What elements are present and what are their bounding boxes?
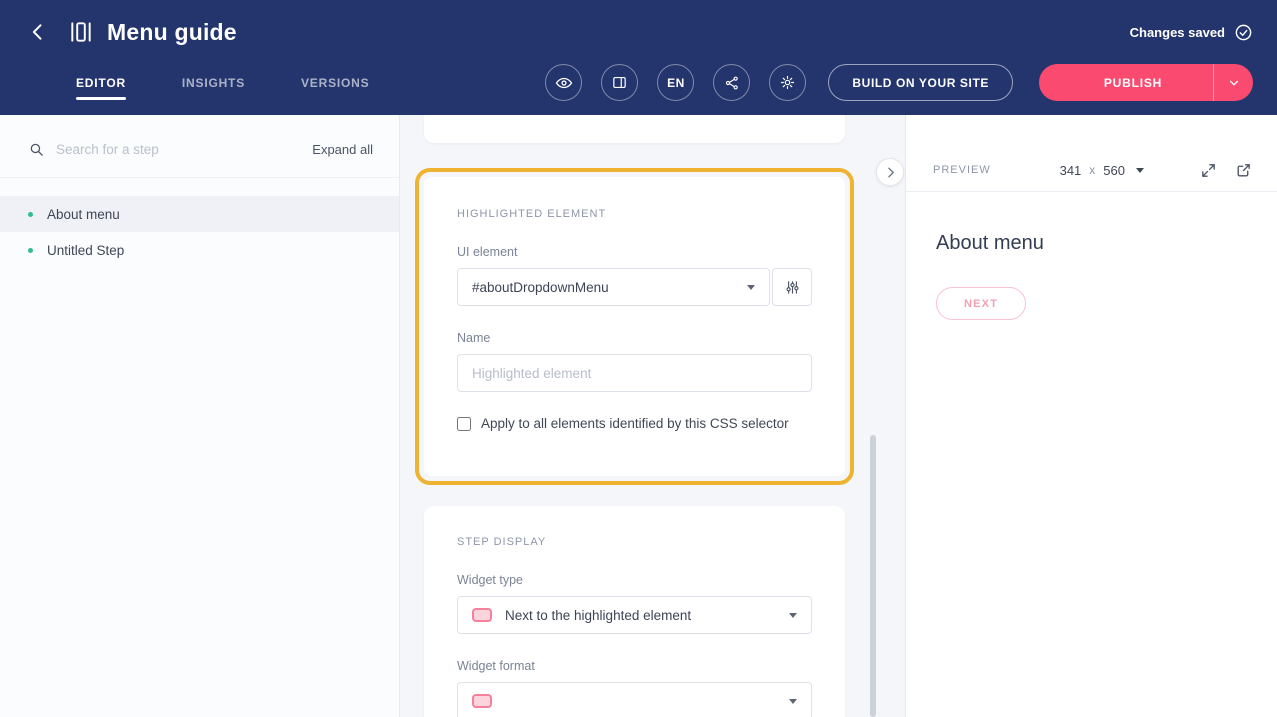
top-header: Menu guide Changes saved EDITOR INSIGHTS… [0, 0, 1277, 115]
layout-panel-button[interactable] [601, 64, 638, 101]
step-display-section-title: STEP DISPLAY [457, 536, 812, 548]
chevron-right-icon [884, 166, 897, 179]
ui-element-row: #aboutDropdownMenu [457, 268, 812, 306]
publish-button-group: PUBLISH [1039, 64, 1253, 101]
widget-format-select[interactable] [457, 682, 812, 717]
highlighted-element-section-title: HIGHLIGHTED ELEMENT [457, 208, 812, 220]
step-search-input[interactable] [56, 142, 312, 157]
preview-panel: PREVIEW 341 x 560 About menu NEXT [905, 115, 1277, 717]
highlight-selection-ring: HIGHLIGHTED ELEMENT UI element #aboutDro… [415, 168, 854, 485]
preview-height-value: 560 [1103, 163, 1125, 178]
preview-header-row: PREVIEW 341 x 560 [906, 149, 1277, 192]
preview-size-select[interactable]: 341 x 560 [1060, 163, 1144, 178]
step-item-label: Untitled Step [47, 243, 124, 258]
search-icon [28, 141, 45, 158]
app-root: Menu guide Changes saved EDITOR INSIGHTS… [0, 0, 1277, 717]
element-name-input[interactable] [457, 354, 812, 392]
step-status-dot [28, 248, 33, 253]
widget-format-label: Widget format [457, 659, 812, 673]
chevron-left-icon [28, 22, 48, 42]
tooltip-widget-icon [472, 694, 492, 708]
tooltip-widget-icon [472, 608, 492, 622]
apply-all-row: Apply to all elements identified by this… [457, 416, 812, 431]
chevron-down-icon [1227, 76, 1241, 90]
preview-step-title: About menu [936, 232, 1247, 255]
tab-versions[interactable]: VERSIONS [301, 76, 369, 90]
settings-button[interactable] [769, 64, 806, 101]
back-button[interactable] [24, 18, 52, 46]
apply-all-checkbox[interactable] [457, 417, 471, 431]
caret-down-icon [789, 613, 797, 618]
tune-sliders-icon [784, 279, 801, 296]
widget-type-select-value: Next to the highlighted element [505, 608, 691, 623]
preview-body: About menu NEXT [906, 192, 1277, 320]
caret-down-icon [1136, 168, 1144, 173]
tab-versions-label: VERSIONS [301, 76, 369, 90]
steps-sidebar: Expand all About menu Untitled Step [0, 115, 400, 717]
preview-next-button[interactable]: NEXT [936, 287, 1026, 320]
language-badge: EN [667, 76, 685, 90]
caret-down-icon [747, 285, 755, 290]
expand-arrows-icon [1200, 162, 1217, 179]
guide-logo-icon [68, 19, 94, 45]
tab-editor[interactable]: EDITOR [76, 76, 126, 90]
tab-editor-label: EDITOR [76, 76, 126, 90]
expand-preview-button[interactable] [1200, 162, 1217, 179]
changes-saved-status: Changes saved [1130, 23, 1253, 42]
step-search-row: Expand all [0, 115, 399, 178]
open-in-new-icon [1235, 162, 1252, 179]
preview-size-separator: x [1089, 163, 1095, 177]
publish-dropdown-button[interactable] [1214, 64, 1253, 101]
expand-all-button[interactable]: Expand all [312, 142, 373, 157]
ui-element-select[interactable]: #aboutDropdownMenu [457, 268, 770, 306]
header-actions: EN BUILD ON YOUR SITE PUBLISH [526, 64, 1253, 101]
open-in-new-button[interactable] [1235, 162, 1252, 179]
preview-eye-button[interactable] [545, 64, 582, 101]
share-button[interactable] [713, 64, 750, 101]
page-title: Menu guide [107, 19, 237, 46]
step-display-card: STEP DISPLAY Widget type Next to the hig… [424, 506, 845, 717]
preview-width-value: 341 [1060, 163, 1082, 178]
tab-insights[interactable]: INSIGHTS [182, 76, 245, 90]
share-icon [724, 75, 740, 91]
caret-down-icon [789, 699, 797, 704]
gear-icon [779, 74, 796, 91]
header-top-row: Menu guide Changes saved [0, 0, 1277, 64]
widget-type-label: Widget type [457, 573, 812, 587]
widget-type-select[interactable]: Next to the highlighted element [457, 596, 812, 634]
editor-scrollbar-thumb[interactable] [870, 435, 876, 717]
layout-panel-icon [611, 74, 628, 91]
check-circle-icon [1234, 23, 1253, 42]
step-item-untitled-step[interactable]: Untitled Step [0, 232, 399, 268]
name-label: Name [457, 331, 812, 345]
ui-element-label: UI element [457, 245, 812, 259]
highlighted-element-card: HIGHLIGHTED ELEMENT UI element #aboutDro… [424, 177, 845, 476]
apply-all-checkbox-label: Apply to all elements identified by this… [481, 416, 789, 431]
publish-button[interactable]: PUBLISH [1039, 64, 1213, 101]
element-selector-settings-button[interactable] [772, 268, 812, 306]
step-item-about-menu[interactable]: About menu [0, 196, 399, 232]
build-on-your-site-button[interactable]: BUILD ON YOUR SITE [828, 64, 1013, 101]
editor-column: HIGHLIGHTED ELEMENT UI element #aboutDro… [400, 115, 905, 717]
collapse-preview-button[interactable] [876, 158, 904, 186]
step-list: About menu Untitled Step [0, 196, 399, 268]
header-tabs-row: EDITOR INSIGHTS VERSIONS EN [0, 64, 1277, 115]
preview-panel-title: PREVIEW [933, 164, 991, 176]
step-item-label: About menu [47, 207, 120, 222]
changes-saved-label: Changes saved [1130, 25, 1225, 40]
step-status-dot [28, 212, 33, 217]
eye-icon [555, 74, 573, 92]
tab-insights-label: INSIGHTS [182, 76, 245, 90]
ui-element-select-value: #aboutDropdownMenu [472, 280, 609, 295]
previous-settings-card-edge [424, 115, 845, 143]
language-button[interactable]: EN [657, 64, 694, 101]
